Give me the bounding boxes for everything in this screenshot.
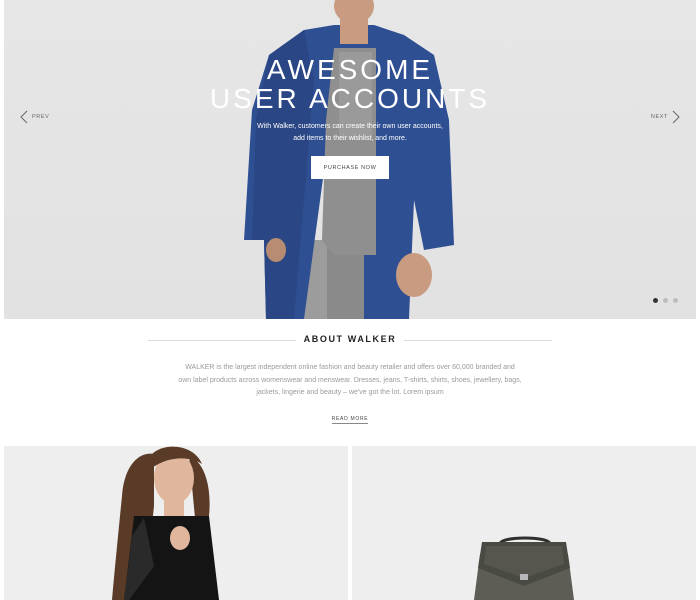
about-section: ABOUT WALKER WALKER is the largest indep… — [0, 319, 700, 446]
hero-title-line1: AWESOME — [266, 54, 434, 85]
slider-next-label: NEXT — [650, 114, 668, 120]
women-model-image — [112, 446, 219, 600]
slider-dot-2[interactable] — [663, 298, 668, 303]
hero-slider: AWESOME USER ACCOUNTS With Walker, custo… — [4, 0, 696, 319]
category-card-women[interactable] — [4, 446, 348, 600]
about-text-line2: own label products across womenswear and… — [178, 377, 522, 384]
hero-description-line2: add items to their wishlist, and more. — [293, 135, 407, 142]
slider-prev-label: PREV — [32, 114, 50, 120]
about-text-line1: WALKER is the largest independent online… — [185, 364, 515, 371]
chevron-right-icon — [672, 110, 680, 124]
slider-prev-button[interactable]: PREV — [20, 110, 49, 124]
purchase-now-button[interactable]: PURCHASE NOW — [311, 156, 389, 179]
slider-dot-1[interactable] — [653, 298, 658, 303]
category-card-bags[interactable] — [352, 446, 696, 600]
about-text-line3: jackets, lingerie and beauty – we've got… — [256, 389, 444, 396]
read-more-link[interactable]: READ MORE — [331, 416, 369, 424]
slider-dot-3[interactable] — [673, 298, 678, 303]
hero-description-line1: With Walker, customers can create their … — [257, 123, 443, 130]
slider-pagination — [653, 298, 678, 303]
read-more-wrap: READ MORE — [0, 407, 700, 425]
hero-title-line2: USER ACCOUNTS — [209, 83, 491, 114]
about-title: ABOUT WALKER — [303, 334, 397, 344]
chevron-left-icon — [20, 110, 28, 124]
slider-next-button[interactable]: NEXT — [651, 110, 680, 124]
backpack-image — [474, 536, 574, 600]
